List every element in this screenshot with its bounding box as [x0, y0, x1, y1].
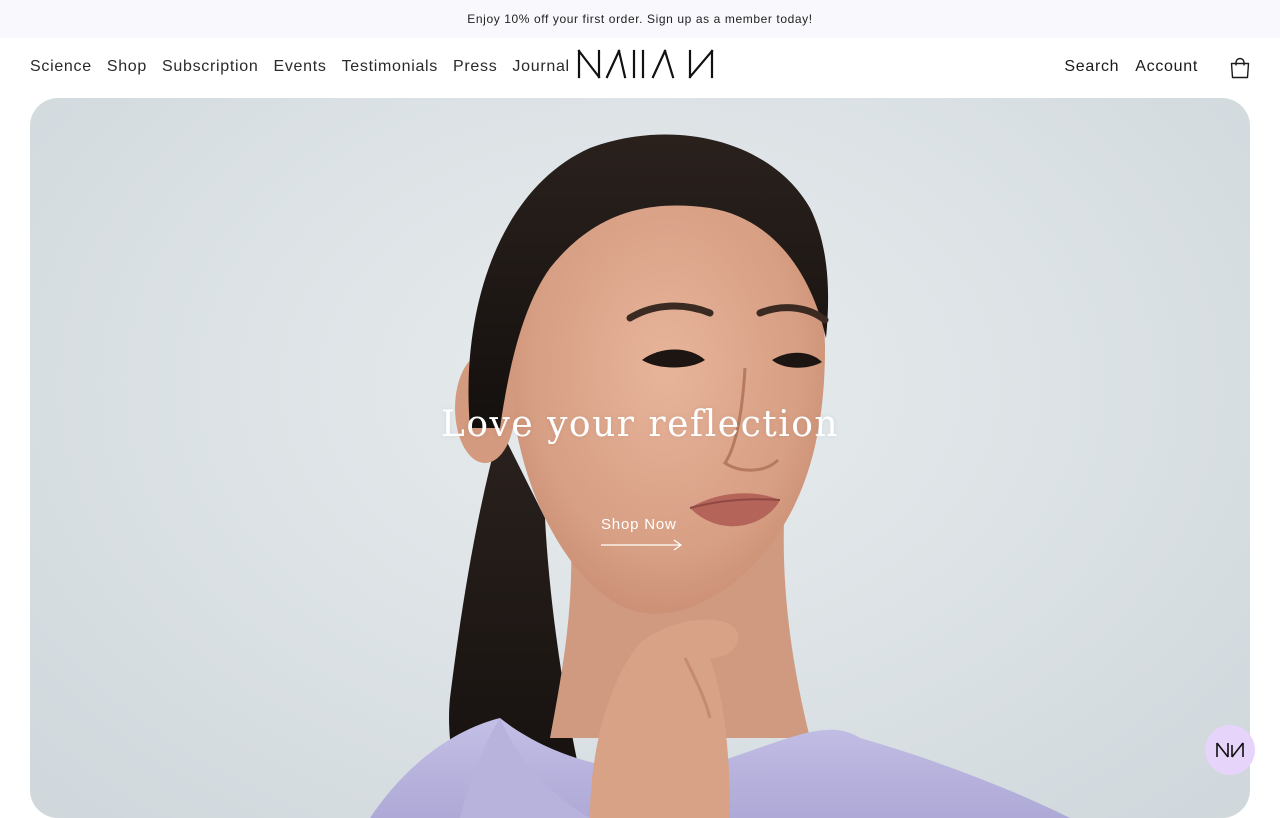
hero-banner: Love your reflection Shop Now	[30, 98, 1250, 818]
announcement-text: Enjoy 10% off your first order. Sign up …	[467, 12, 813, 26]
nav-shop[interactable]: Shop	[107, 58, 147, 76]
search-link[interactable]: Search	[1064, 58, 1119, 76]
shop-now-button[interactable]: Shop Now	[601, 516, 681, 533]
shopping-bag-icon[interactable]	[1228, 56, 1252, 80]
nav-journal[interactable]: Journal	[512, 58, 569, 76]
hero-title: Love your reflection	[440, 404, 840, 445]
main-nav: Science Shop Subscription Events Testimo…	[30, 58, 570, 76]
chat-launcher-icon	[1216, 742, 1244, 758]
utility-nav: Search Account	[1064, 58, 1198, 76]
arrow-right-icon[interactable]	[601, 538, 683, 552]
account-link[interactable]: Account	[1135, 58, 1198, 76]
hero-portrait-image	[370, 134, 1070, 818]
naman-logo-icon[interactable]	[577, 49, 715, 79]
site-header: Science Shop Subscription Events Testimo…	[0, 38, 1280, 98]
nav-science[interactable]: Science	[30, 58, 92, 76]
nav-subscription[interactable]: Subscription	[162, 58, 258, 76]
announcement-bar: Enjoy 10% off your first order. Sign up …	[0, 0, 1280, 38]
nav-events[interactable]: Events	[273, 58, 326, 76]
nav-testimonials[interactable]: Testimonials	[342, 58, 438, 76]
nav-press[interactable]: Press	[453, 58, 497, 76]
chat-launcher-button[interactable]	[1205, 725, 1255, 775]
